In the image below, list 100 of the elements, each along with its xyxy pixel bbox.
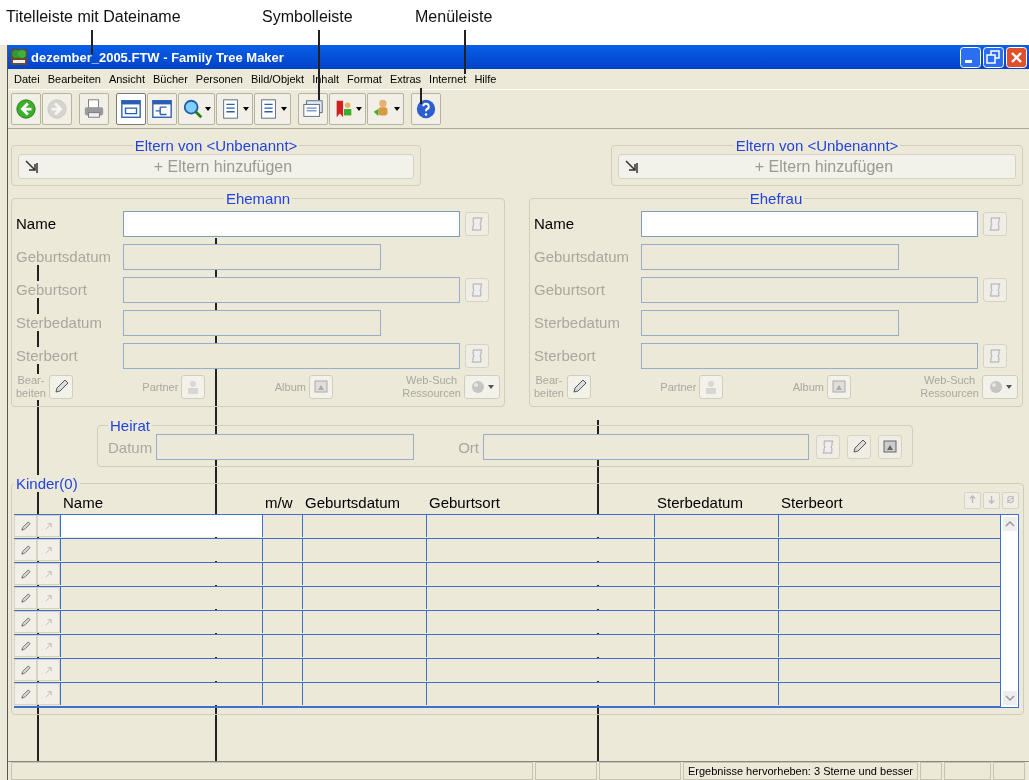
arrow-icon: [43, 616, 54, 628]
open-button[interactable]: [37, 563, 60, 585]
tree-icon: [11, 49, 27, 65]
print-button[interactable]: [79, 93, 109, 125]
album-button[interactable]: [878, 435, 903, 459]
up-arrow-icon: [968, 495, 977, 504]
source-button[interactable]: [983, 211, 1007, 236]
toolbar-button[interactable]: [147, 93, 177, 125]
move-down-button[interactable]: [983, 492, 1000, 509]
scroll-up-icon[interactable]: [1002, 517, 1017, 531]
dropdown-icon: [488, 385, 494, 389]
restore-button[interactable]: [983, 46, 1004, 68]
edit-button[interactable]: [14, 515, 37, 537]
callout-label: Titelleiste mit Dateiname: [6, 8, 181, 26]
pencil-icon: [20, 544, 31, 556]
open-button[interactable]: [37, 515, 60, 537]
toolbar-button[interactable]: [216, 93, 253, 125]
pencil-icon: [851, 439, 868, 455]
arrow-icon: [43, 592, 54, 604]
leader-line: [91, 30, 93, 54]
action-label: Partner: [142, 380, 179, 394]
toolbar-button[interactable]: [298, 93, 328, 125]
edit-button[interactable]: [847, 435, 872, 459]
open-button[interactable]: [37, 587, 60, 609]
printer-icon: [83, 98, 105, 120]
input-field[interactable]: [641, 210, 978, 237]
open-button[interactable]: [37, 611, 60, 633]
column-header: Sterbedatum: [657, 494, 743, 511]
action-label: Album: [274, 380, 306, 394]
close-button[interactable]: [1006, 46, 1027, 68]
pencil-icon: [571, 379, 587, 395]
scroll-down-icon[interactable]: [1002, 691, 1017, 705]
group-title: Eltern von <Unbenannt>: [132, 137, 300, 154]
action-label: Partner: [660, 380, 697, 394]
source-button[interactable]: [983, 343, 1007, 368]
scroll-icon: [469, 215, 485, 232]
group-title: Ehefrau: [747, 190, 805, 207]
input-field[interactable]: [123, 210, 460, 237]
source-button[interactable]: [465, 277, 489, 302]
column-header: Geburtsort: [429, 494, 500, 511]
edit-button[interactable]: [49, 375, 73, 399]
group-title: Heirat: [108, 417, 152, 434]
source-button[interactable]: [465, 343, 489, 368]
pencil-icon: [20, 664, 31, 676]
refresh-button[interactable]: [1002, 492, 1019, 509]
open-button[interactable]: [37, 659, 60, 681]
scroll-icon: [987, 347, 1003, 364]
help-button[interactable]: [411, 93, 441, 125]
minimize-button[interactable]: [960, 46, 981, 68]
column-header: m/w: [265, 494, 293, 511]
leader-line: [464, 30, 466, 74]
question-icon: [415, 98, 437, 120]
edit-button[interactable]: [14, 587, 37, 609]
column-header: Name: [63, 494, 103, 511]
picture-icon: [312, 379, 329, 395]
toolbar-button[interactable]: [254, 93, 291, 125]
scrollbar[interactable]: [1000, 515, 1018, 707]
down-arrow-icon: [987, 495, 996, 504]
callout-label: Symbolleiste: [262, 8, 353, 26]
dropdown-icon: [243, 107, 249, 111]
action-label: Bear- beiten: [534, 374, 564, 400]
arrow-icon: [625, 159, 639, 174]
edit-button[interactable]: [14, 539, 37, 561]
edit-button[interactable]: [14, 563, 37, 585]
source-button[interactable]: [983, 277, 1007, 302]
filter-dropdown[interactable]: Ergebnisse hervorheben: 3 Sterne und besser: [683, 762, 919, 780]
back-button[interactable]: [11, 93, 41, 125]
group-title: Kinder(0): [14, 475, 80, 492]
source-button[interactable]: [465, 211, 489, 236]
pencil-icon: [53, 379, 69, 395]
open-button[interactable]: [37, 635, 60, 657]
search-button[interactable]: [178, 93, 215, 125]
arrow-icon: [25, 159, 39, 174]
picture-icon: [882, 439, 899, 455]
toolbar-button[interactable]: [329, 93, 366, 125]
edit-button[interactable]: [14, 635, 37, 657]
arrow-icon: [43, 544, 54, 556]
dropdown-icon: [205, 107, 211, 111]
pencil-icon: [20, 640, 31, 652]
pencil-icon: [20, 568, 31, 580]
toolbar-button[interactable]: [116, 93, 146, 125]
source-button[interactable]: [816, 435, 841, 459]
dropdown-icon: [394, 107, 400, 111]
group-title: Eltern von <Unbenannt>: [733, 137, 901, 154]
edit-button[interactable]: [14, 611, 37, 633]
open-button[interactable]: [37, 539, 60, 561]
arrow-icon: [43, 640, 54, 652]
pencil-icon: [20, 616, 31, 628]
table-cell[interactable]: [60, 515, 262, 537]
refresh-icon: [1006, 495, 1015, 504]
magnifier-icon: [182, 98, 204, 120]
arrow-icon: [43, 664, 54, 676]
edit-button[interactable]: [567, 375, 591, 399]
action-label: Album: [792, 380, 824, 394]
dropdown-icon: [356, 107, 362, 111]
move-up-button[interactable]: [964, 492, 981, 509]
edit-button[interactable]: [14, 659, 37, 681]
edit-button[interactable]: [14, 683, 37, 705]
leader-line: [318, 30, 320, 100]
open-button[interactable]: [37, 683, 60, 705]
